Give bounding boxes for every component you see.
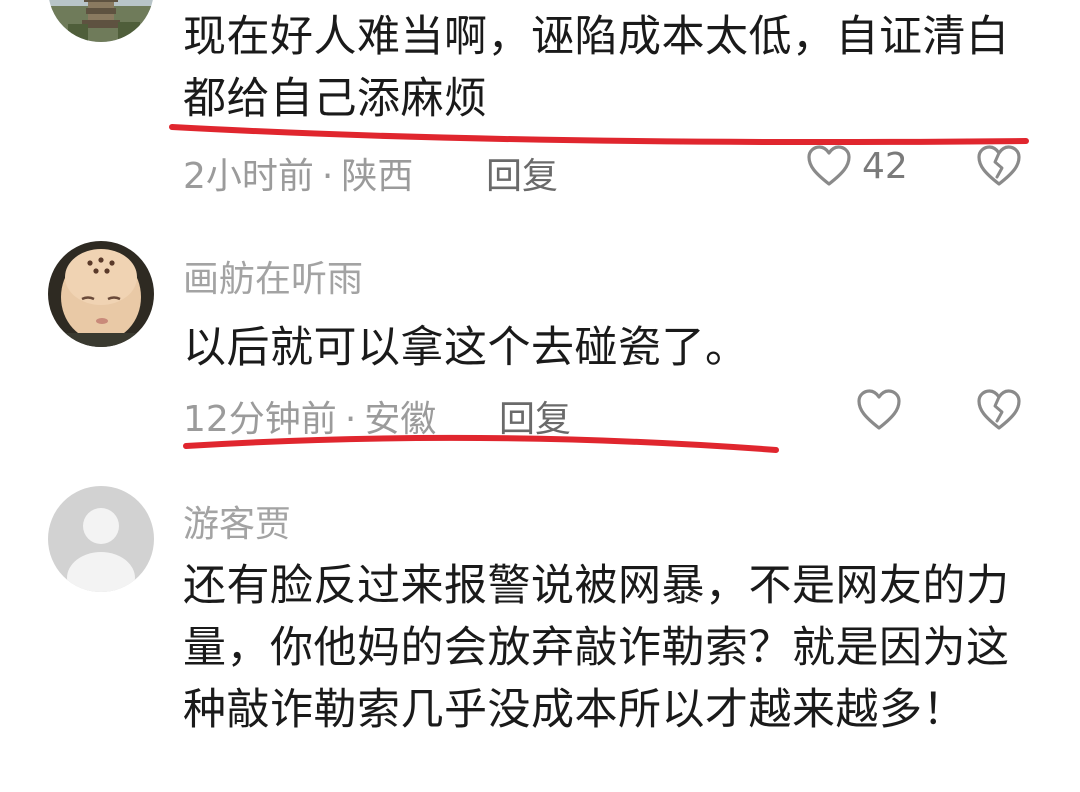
comment-time: 2小时前	[183, 156, 314, 197]
username[interactable]: 游客贾	[183, 495, 291, 547]
comment-text: 还有脸反过来报警说被网暴，不是网友的力量，你他妈的会放弃敲诈勒索？就是因为这种敲…	[183, 561, 1010, 735]
reply-button[interactable]: 回复	[499, 390, 571, 442]
like-button[interactable]	[856, 389, 902, 431]
reply-button[interactable]: 回复	[486, 147, 558, 199]
broken-heart-icon[interactable]	[976, 145, 1022, 187]
comment-location: 陕西	[341, 156, 414, 197]
avatar-default[interactable]	[48, 486, 154, 592]
meta-separator: ·	[321, 156, 334, 197]
comment-time: 12分钟前	[183, 399, 337, 440]
avatar-pagoda[interactable]	[48, 0, 154, 42]
avatar-baby[interactable]	[48, 241, 154, 347]
broken-heart-icon[interactable]	[976, 389, 1022, 431]
comment-meta: 12分钟前 · 安徽	[183, 390, 436, 442]
comment-text: 以后就可以拿这个去碰瓷了。	[183, 323, 749, 373]
heart-icon	[806, 145, 852, 187]
username[interactable]: 画舫在听雨	[183, 250, 363, 302]
pagoda-photo-icon	[48, 0, 154, 42]
like-count: 42	[862, 145, 908, 187]
baby-photo-icon	[48, 241, 154, 347]
like-button[interactable]: 42	[806, 145, 908, 187]
meta-separator: ·	[344, 399, 357, 440]
comment-location: 安徽	[364, 399, 437, 440]
comment-meta: 2小时前 · 陕西	[183, 147, 413, 199]
default-user-icon	[48, 486, 154, 592]
comment-text: 现在好人难当啊，诬陷成本太低，自证清白都给自己添麻烦	[183, 12, 1010, 124]
heart-icon	[856, 389, 902, 431]
